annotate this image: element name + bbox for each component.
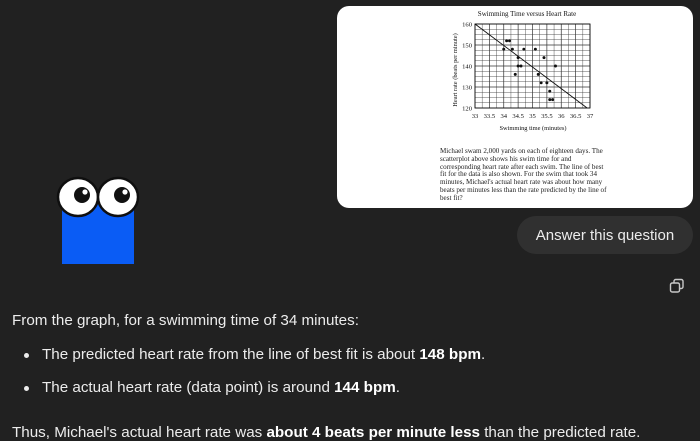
problem-text: Michael swam 2,000 yards on each of eigh… [440, 147, 607, 202]
x-tick-label: 34 [500, 113, 507, 120]
data-point [513, 72, 517, 76]
x-tick-label: 34.5 [512, 113, 524, 120]
copy-icon[interactable] [669, 278, 685, 294]
data-point [542, 56, 546, 60]
data-point [516, 64, 520, 68]
x-tick-label: 33 [472, 113, 479, 120]
chart-ticks: 33 33.5 34 34.5 35 35.5 36 36.5 37 120 130 140 150 16… [462, 21, 594, 120]
data-point [519, 64, 523, 68]
data-point [554, 64, 557, 68]
chart-points [502, 39, 557, 102]
mascot-left-highlight [82, 189, 88, 195]
answer-intro: From the graph, for a swimming time of 3… [12, 312, 359, 329]
x-tick-label: 36.5 [570, 113, 582, 120]
mascot-right-pupil [114, 187, 130, 203]
y-tick-label: 130 [462, 84, 473, 91]
chart-title: Swimming Time versus Heart Rate [478, 10, 576, 18]
mascot-left-pupil [74, 187, 90, 203]
x-tick-label: 33.5 [484, 113, 496, 120]
answer-conclusion: Thus, Michael's actual heart rate was ab… [12, 424, 641, 441]
y-tick-label: 150 [462, 42, 473, 49]
data-point [522, 47, 526, 51]
x-tick-label: 35.5 [541, 113, 553, 120]
bullet-dot-icon [24, 353, 29, 358]
data-point [510, 47, 514, 51]
data-point [539, 81, 543, 85]
mascot-avatar [56, 176, 140, 264]
data-point [548, 98, 552, 102]
y-tick-label: 120 [462, 105, 473, 112]
user-message-bubble: Answer this question [517, 216, 693, 254]
question-image-card[interactable]: Swimming Time versus Heart Rate Heart ra… [337, 6, 693, 208]
x-tick-label: 37 [587, 113, 594, 120]
data-point [545, 81, 549, 85]
data-point [548, 89, 552, 93]
data-point [533, 47, 537, 51]
bullet-dot-icon [24, 386, 29, 391]
mascot-right-highlight [122, 189, 128, 195]
data-point [551, 98, 555, 102]
chart-y-axis-label: Heart rate (beats per minute) [452, 33, 459, 106]
x-tick-label: 35 [529, 113, 536, 120]
data-point [508, 39, 511, 43]
scatter-chart: Swimming Time versus Heart Rate Heart ra… [452, 10, 594, 132]
data-point [505, 39, 509, 43]
y-tick-label: 160 [462, 21, 473, 28]
data-point [502, 47, 506, 51]
chart-x-axis-label: Swimming time (minutes) [499, 125, 566, 132]
x-tick-label: 36 [558, 113, 565, 120]
y-tick-label: 140 [462, 63, 473, 70]
data-point [536, 72, 540, 76]
